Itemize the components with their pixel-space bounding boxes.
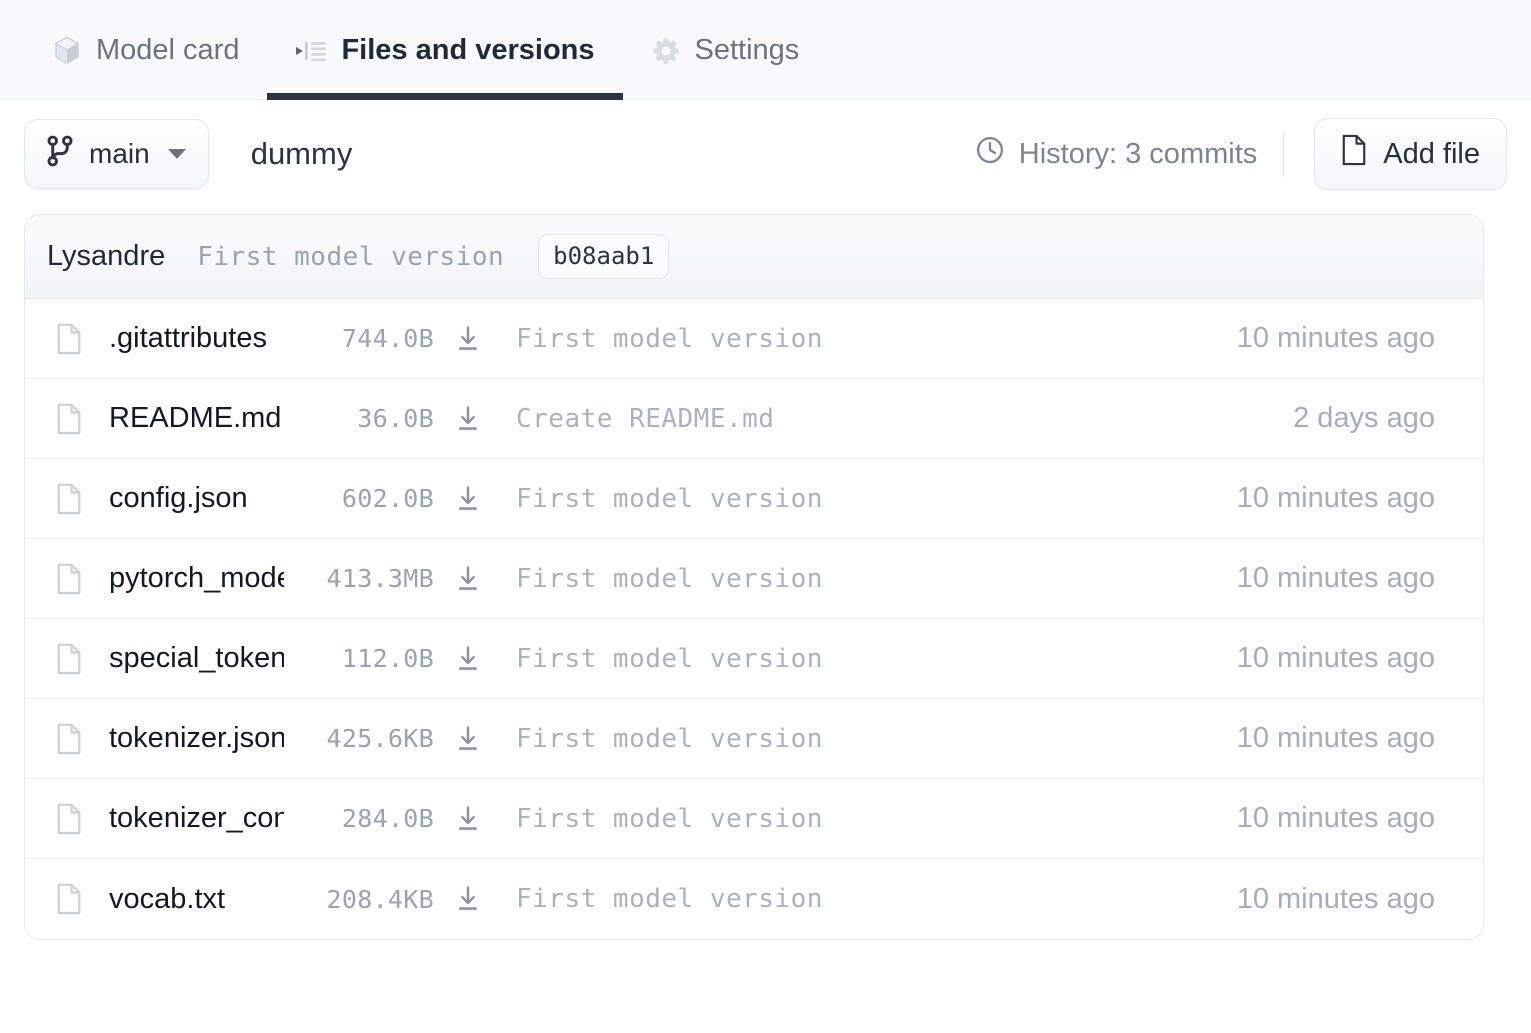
file-icon (55, 403, 83, 435)
download-button[interactable] (434, 405, 502, 433)
table-row: tokenizer.json 425.6KB First model versi… (25, 699, 1483, 779)
file-commit-time: 10 minutes ago (1237, 802, 1461, 835)
file-commit-time: 10 minutes ago (1237, 642, 1461, 675)
file-icon (55, 323, 83, 355)
file-icon (55, 723, 83, 755)
table-row: pytorch_model.bin 413.3MB First model ve… (25, 539, 1483, 619)
table-row: tokenizer_config.json 284.0B First model… (25, 779, 1483, 859)
file-size: 602.0B (284, 484, 434, 513)
file-size: 284.0B (284, 804, 434, 833)
download-button[interactable] (434, 325, 502, 353)
file-commit-message[interactable]: First model version (516, 644, 1237, 674)
file-commit-message[interactable]: First model version (516, 324, 1237, 354)
file-size: 112.0B (284, 644, 434, 673)
file-list-card: Lysandre First model version b08aab1 .gi… (24, 214, 1484, 940)
git-branch-icon (45, 135, 75, 174)
tab-model-card-label: Model card (96, 36, 239, 67)
file-size: 208.4KB (284, 885, 434, 914)
file-name-link[interactable]: config.json (109, 482, 284, 515)
tab-files-and-versions[interactable]: Files and versions (267, 0, 622, 100)
history-link[interactable]: History: 3 commits (975, 135, 1283, 173)
file-icon (55, 643, 83, 675)
file-name-link[interactable]: pytorch_model.bin (109, 562, 284, 595)
file-rows-container: .gitattributes 744.0B First model versio… (25, 299, 1483, 939)
file-icon (55, 563, 83, 595)
file-commit-message[interactable]: First model version (516, 804, 1237, 834)
download-button[interactable] (434, 485, 502, 513)
file-commit-time: 10 minutes ago (1237, 883, 1461, 916)
gear-icon (651, 36, 681, 66)
toolbar-right-group: History: 3 commits Add file (975, 118, 1507, 190)
files-list-icon (295, 37, 327, 65)
file-commit-time: 10 minutes ago (1237, 722, 1461, 755)
tab-settings[interactable]: Settings (623, 0, 828, 100)
commit-sha-badge[interactable]: b08aab1 (538, 234, 669, 279)
branch-selector[interactable]: main (24, 119, 209, 189)
file-commit-message[interactable]: Create README.md (516, 404, 1293, 434)
file-commit-message[interactable]: First model version (516, 724, 1237, 754)
download-button[interactable] (434, 645, 502, 673)
commit-author[interactable]: Lysandre (47, 240, 165, 273)
download-button[interactable] (434, 805, 502, 833)
file-size: 413.3MB (284, 564, 434, 593)
repo-toolbar: main dummy History: 3 commits Add file (0, 100, 1531, 208)
download-button[interactable] (434, 725, 502, 753)
file-commit-message[interactable]: First model version (516, 484, 1237, 514)
last-commit-header: Lysandre First model version b08aab1 (25, 215, 1483, 299)
repo-tab-bar: Model card Files and versions Settings (0, 0, 1531, 100)
download-button[interactable] (434, 565, 502, 593)
table-row: config.json 602.0B First model version 1… (25, 459, 1483, 539)
file-commit-time: 10 minutes ago (1237, 322, 1461, 355)
clock-icon (975, 135, 1005, 173)
table-row: special_tokens_map.json 112.0B First mod… (25, 619, 1483, 699)
repo-name-label: dummy (251, 136, 353, 172)
file-icon (55, 803, 83, 835)
table-row: README.md 36.0B Create README.md 2 days … (25, 379, 1483, 459)
file-size: 744.0B (284, 324, 434, 353)
file-commit-time: 2 days ago (1293, 402, 1461, 435)
file-name-link[interactable]: .gitattributes (109, 322, 284, 355)
file-commit-time: 10 minutes ago (1237, 482, 1461, 515)
commit-message[interactable]: First model version (197, 242, 504, 272)
file-name-link[interactable]: vocab.txt (109, 883, 284, 916)
file-commit-time: 10 minutes ago (1237, 562, 1461, 595)
toolbar-divider (1283, 131, 1284, 177)
chevron-down-icon (168, 149, 186, 159)
tab-files-and-versions-label: Files and versions (341, 36, 594, 67)
file-name-link[interactable]: tokenizer.json (109, 722, 284, 755)
tab-model-card[interactable]: Model card (24, 0, 267, 100)
file-commit-message[interactable]: First model version (516, 564, 1237, 594)
table-row: vocab.txt 208.4KB First model version 10… (25, 859, 1483, 939)
file-name-link[interactable]: README.md (109, 402, 284, 435)
file-size: 36.0B (284, 404, 434, 433)
add-file-label: Add file (1383, 138, 1480, 171)
file-name-link[interactable]: special_tokens_map.json (109, 642, 284, 675)
file-name-link[interactable]: tokenizer_config.json (109, 802, 284, 835)
download-button[interactable] (434, 885, 502, 913)
cube-icon (52, 35, 82, 67)
file-icon (55, 483, 83, 515)
add-file-button[interactable]: Add file (1314, 118, 1507, 190)
file-commit-message[interactable]: First model version (516, 884, 1237, 914)
file-icon (55, 883, 83, 915)
file-size: 425.6KB (284, 724, 434, 753)
history-label: History: 3 commits (1019, 138, 1257, 171)
file-icon (1341, 134, 1367, 174)
tab-settings-label: Settings (695, 36, 800, 67)
table-row: .gitattributes 744.0B First model versio… (25, 299, 1483, 379)
branch-name-label: main (89, 138, 150, 170)
